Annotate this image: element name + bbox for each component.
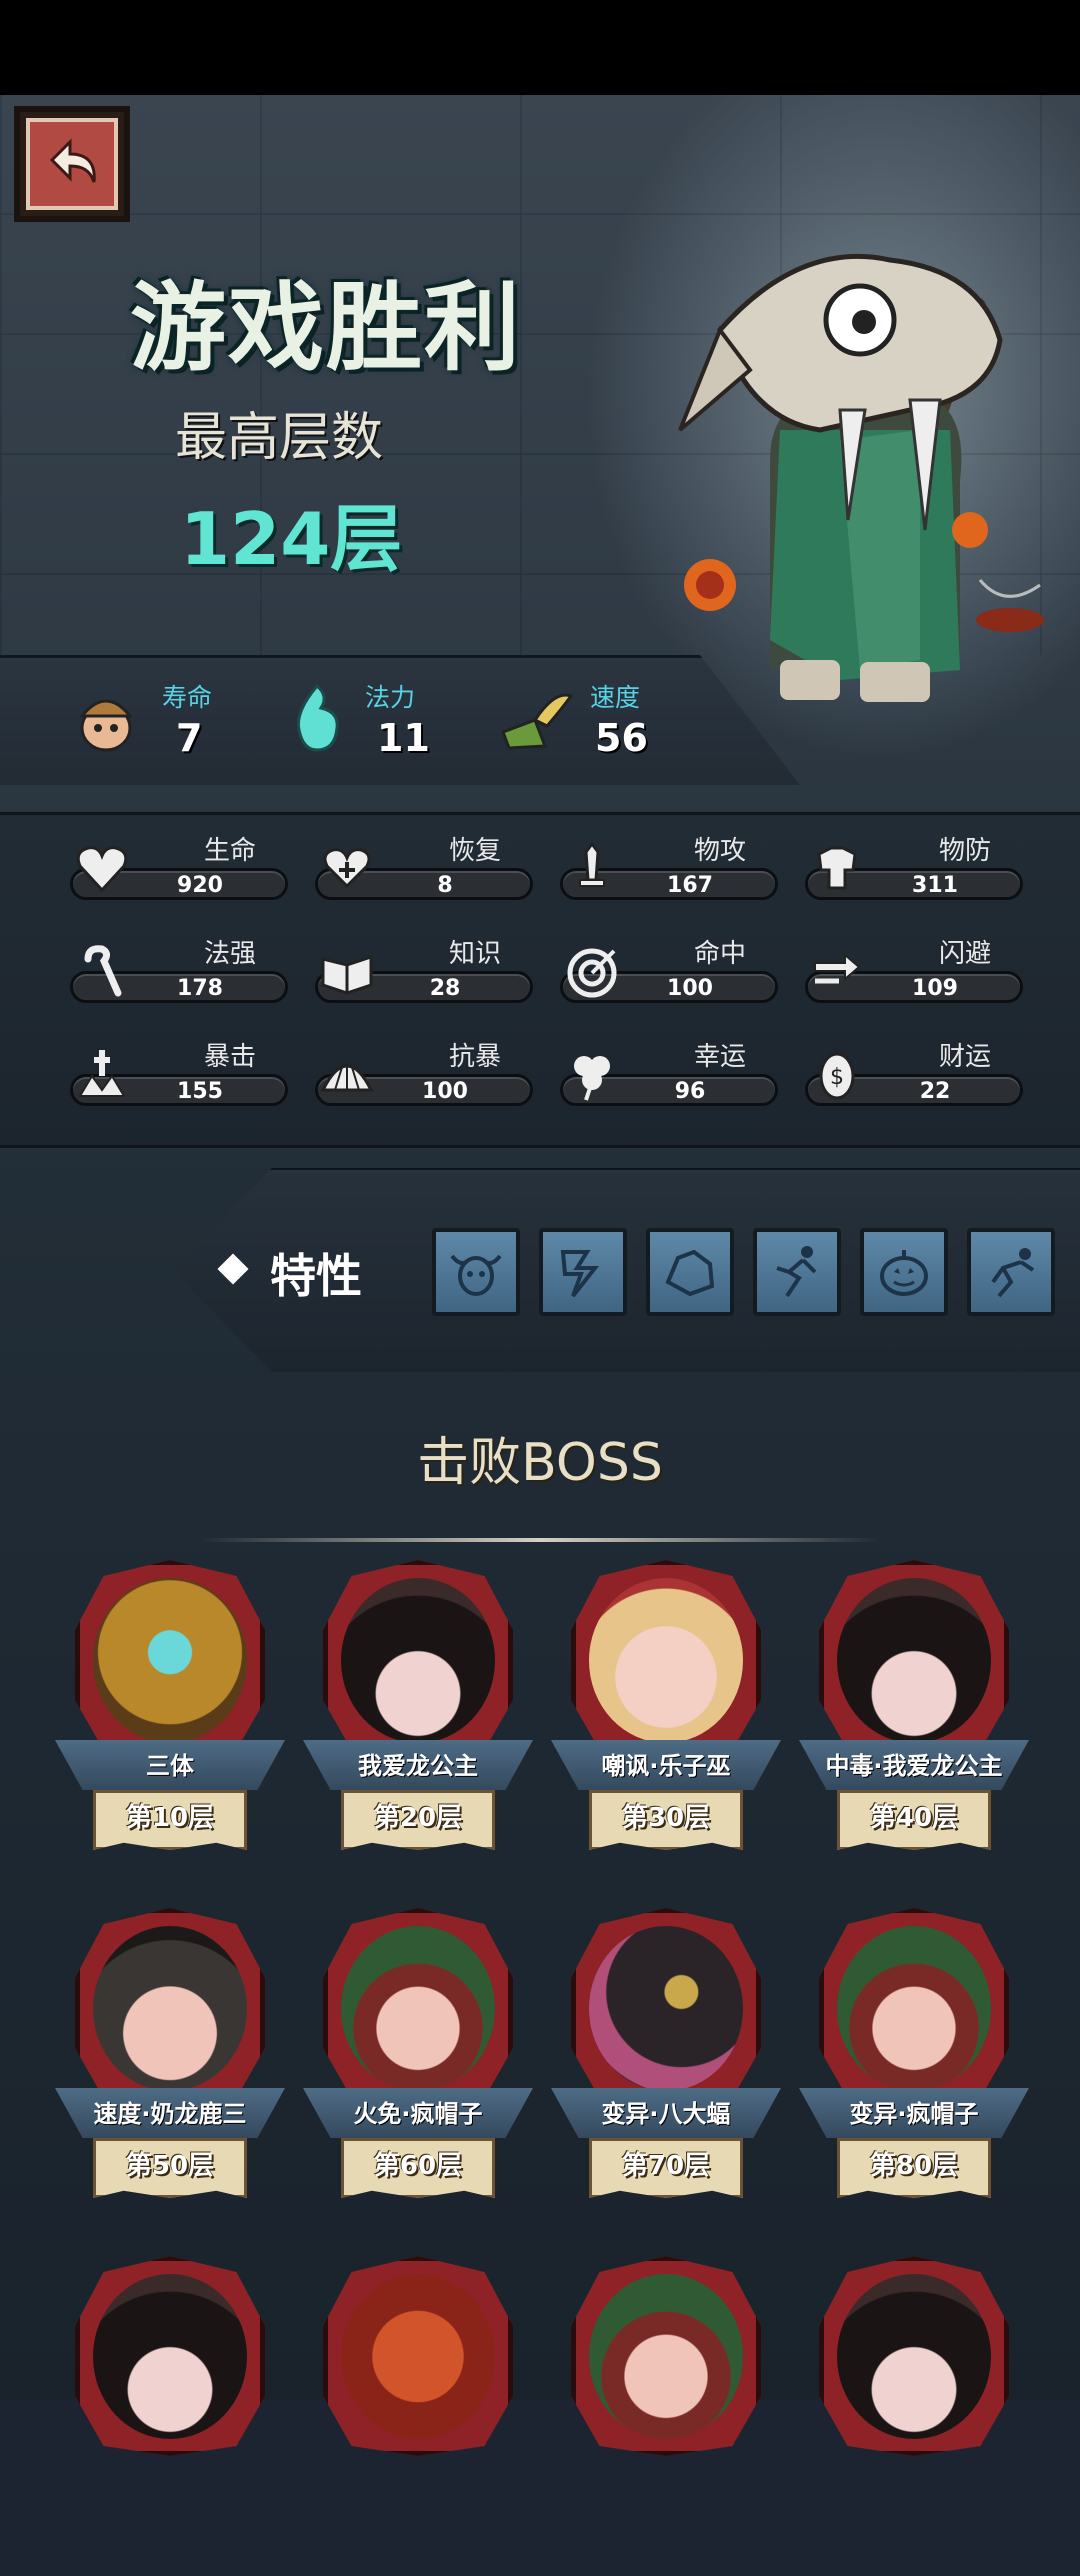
boss-name: 三体	[146, 1752, 194, 1780]
attr-knowledge: 知识 28	[315, 933, 540, 1003]
trait-rock[interactable]	[646, 1228, 734, 1316]
mana-flame-icon	[296, 683, 339, 752]
attr-critical: 暴击 155	[70, 1036, 295, 1106]
boss-card[interactable]: 速度·奶龙鹿三 第50层	[55, 1908, 285, 2228]
boss-portrait	[837, 2274, 991, 2439]
speed-label: 速度	[590, 683, 641, 712]
boss-name: 变异·疯帽子	[849, 2100, 979, 2128]
boss-name: 中毒·我爱龙公主	[825, 1752, 1003, 1780]
trait-pumpkin[interactable]	[860, 1228, 948, 1316]
boss-card[interactable]: 中毒·我爱龙公主 第40层	[799, 1560, 1029, 1880]
attr-luck: 幸运 96	[560, 1036, 785, 1106]
status-bar	[0, 0, 1080, 95]
max-floor-label: 最高层数	[175, 408, 384, 468]
attr-hp: 生命 920	[70, 830, 295, 900]
boss-name: 火免·疯帽子	[353, 2100, 483, 2128]
boss-portrait	[589, 1926, 743, 2091]
speed-value: 56	[595, 716, 648, 760]
boss-floor: 第70层	[621, 2151, 711, 2181]
attr-regen: 恢复 8	[315, 830, 540, 900]
boss-card[interactable]	[303, 2256, 523, 2576]
boss-card[interactable]	[799, 2256, 1019, 2576]
lifespan-value: 7	[176, 716, 203, 760]
boss-floor: 第10层	[125, 1803, 215, 1833]
defeated-boss-title: 击败BOSS	[417, 1433, 663, 1493]
miner-icon	[78, 699, 134, 752]
divider	[200, 1538, 880, 1542]
lifespan-label: 寿命	[162, 683, 213, 712]
attr-magic-power: 法强 178	[70, 933, 295, 1003]
mana-stat: 法力 11	[285, 668, 435, 768]
attr-physical-defense: 物防 311	[805, 830, 1030, 900]
boss-portrait	[341, 2274, 495, 2439]
attr-physical-attack: 物攻 167	[560, 830, 785, 900]
lightning-trait-icon	[560, 1250, 600, 1298]
boss-portrait	[93, 1926, 247, 2091]
boss-floor: 第60层	[373, 2151, 463, 2181]
leap-trait-icon	[991, 1248, 1035, 1298]
boss-portrait	[837, 1578, 991, 1743]
boss-card[interactable]: 变异·疯帽子 第80层	[799, 1908, 1029, 2228]
boss-portrait	[341, 1578, 495, 1743]
boss-floor: 第50层	[125, 2151, 215, 2181]
boss-floor: 第80层	[869, 2151, 959, 2181]
lifespan-stat: 寿命 7	[70, 668, 220, 768]
page-title: 游戏胜利	[130, 272, 522, 384]
boss-name: 速度·奶龙鹿三	[93, 2100, 247, 2128]
rock-trait-icon	[665, 1249, 715, 1297]
max-floor-value: 124层	[180, 497, 403, 581]
hero-character	[678, 253, 1044, 702]
winged-boot-icon	[501, 693, 574, 750]
boss-card[interactable]: 我爱龙公主 第20层	[303, 1560, 533, 1880]
pumpkin-trait-icon	[880, 1250, 928, 1296]
boss-name: 变异·八大蝠	[601, 2100, 731, 2128]
trait-runner[interactable]	[753, 1228, 841, 1316]
attr-crit-resist: 抗暴 100	[315, 1036, 540, 1106]
boss-name: 我爱龙公主	[358, 1752, 478, 1780]
boss-card[interactable]: 三体 第10层	[55, 1560, 285, 1880]
boss-card[interactable]	[551, 2256, 771, 2576]
svg-text:$: $	[830, 1065, 844, 1090]
boss-portrait	[341, 1926, 495, 2091]
boss-portrait	[589, 2274, 743, 2439]
boss-portrait	[93, 2274, 247, 2439]
back-arrow-icon	[49, 138, 96, 183]
attr-accuracy: 命中 100	[560, 933, 785, 1003]
boss-portrait	[589, 1578, 743, 1743]
bull-trait-icon	[450, 1254, 502, 1296]
boss-card[interactable]	[55, 2256, 275, 2576]
mana-label: 法力	[365, 683, 416, 712]
boss-floor: 第30层	[621, 1803, 711, 1833]
runner-trait-icon	[776, 1246, 817, 1298]
speed-stat: 速度 56	[495, 668, 695, 768]
boss-floor: 第40层	[869, 1803, 959, 1833]
attr-evasion: 闪避 109	[805, 933, 1030, 1003]
boss-portrait	[837, 1926, 991, 2091]
boss-portrait	[93, 1578, 247, 1743]
boss-floor: 第20层	[373, 1803, 463, 1833]
boss-card[interactable]: 嘲讽·乐子巫 第30层	[551, 1560, 781, 1880]
traits-label: 特性	[270, 1249, 362, 1303]
trait-bull[interactable]	[432, 1228, 520, 1316]
boss-card[interactable]: 火免·疯帽子 第60层	[303, 1908, 533, 2228]
back-button[interactable]	[14, 106, 130, 222]
attr-fortune: $ 财运 22	[805, 1036, 1030, 1106]
boss-name: 嘲讽·乐子巫	[601, 1752, 731, 1780]
trait-leap[interactable]	[967, 1228, 1055, 1316]
mana-value: 11	[377, 716, 430, 760]
trait-lightning[interactable]	[539, 1228, 627, 1316]
boss-card[interactable]: 变异·八大蝠 第70层	[551, 1908, 781, 2228]
